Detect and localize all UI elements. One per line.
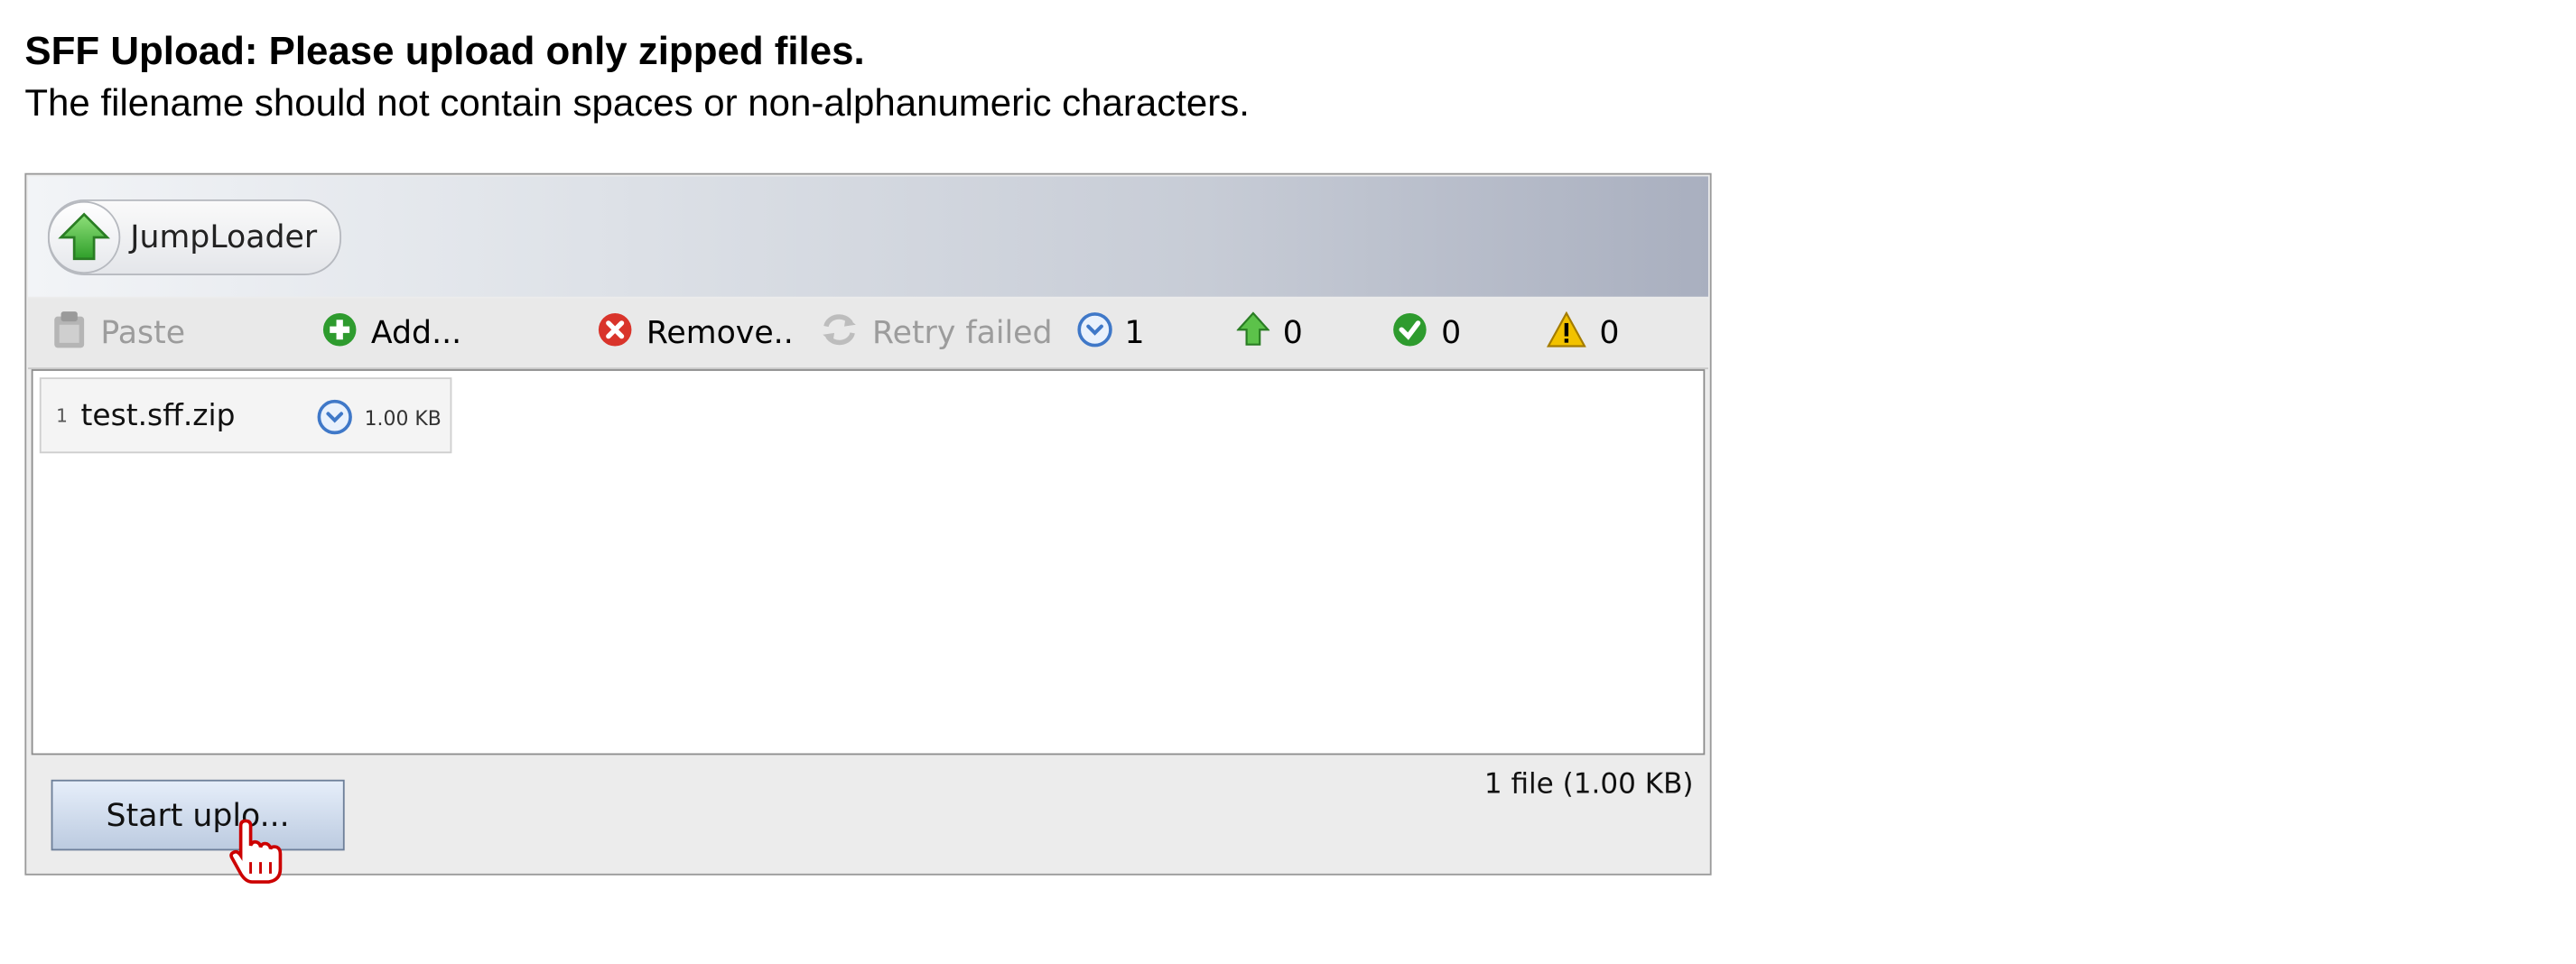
brand-label: JumpLoader [130,218,318,256]
add-label: Add... [370,314,462,351]
warning-icon [1546,310,1586,355]
file-item[interactable]: 1 test.sff.zip 1.00 KB [39,377,452,454]
remove-button[interactable]: Remove.. [597,299,794,368]
failed-counter: 0 [1546,299,1620,368]
hand-pointer-icon [228,819,293,894]
pending-clock-icon [1077,311,1113,355]
remove-label: Remove.. [646,314,794,351]
retry-label: Retry failed [872,314,1053,351]
done-counter: 0 [1391,299,1461,368]
check-icon [1391,311,1427,355]
pending-counter: 1 [1077,299,1145,368]
done-count: 0 [1441,314,1462,351]
page-subheading: The filename should not contain spaces o… [24,80,1250,124]
plus-icon [321,311,358,355]
pending-count: 1 [1124,314,1145,351]
page: SFF Upload: Please upload only zipped fi… [0,0,2576,964]
add-button[interactable]: Add... [321,299,461,368]
file-index: 1 [56,404,68,427]
green-up-arrow-icon [1236,311,1270,355]
paste-label: Paste [100,314,186,351]
file-list[interactable]: 1 test.sff.zip 1.00 KB [31,369,1706,755]
clipboard-icon [51,309,88,357]
remove-x-icon [597,311,633,355]
retry-failed-button[interactable]: Retry failed [820,299,1053,368]
failed-count: 0 [1599,314,1620,351]
brand-badge[interactable]: JumpLoader [47,199,342,275]
start-upload-button[interactable]: Start uplo... [51,779,345,851]
pending-clock-icon [317,399,353,441]
uploading-counter: 0 [1236,299,1303,368]
file-summary: 1 file (1.00 KB) [1483,768,1694,802]
paste-button[interactable]: Paste [51,299,185,368]
file-size: 1.00 KB [364,407,442,431]
retry-icon [820,311,860,355]
toolbar: Paste Add... Remove.. Retry failed 1 0 0… [28,298,1708,370]
applet-header: JumpLoader [28,176,1708,297]
upload-arrow-icon [47,200,121,274]
page-heading: SFF Upload: Please upload only zipped fi… [24,29,865,75]
file-name: test.sff.zip [80,398,236,433]
uploading-count: 0 [1282,314,1303,351]
jumploader-applet: JumpLoader Paste Add... Remove.. Retry f… [24,172,1712,876]
